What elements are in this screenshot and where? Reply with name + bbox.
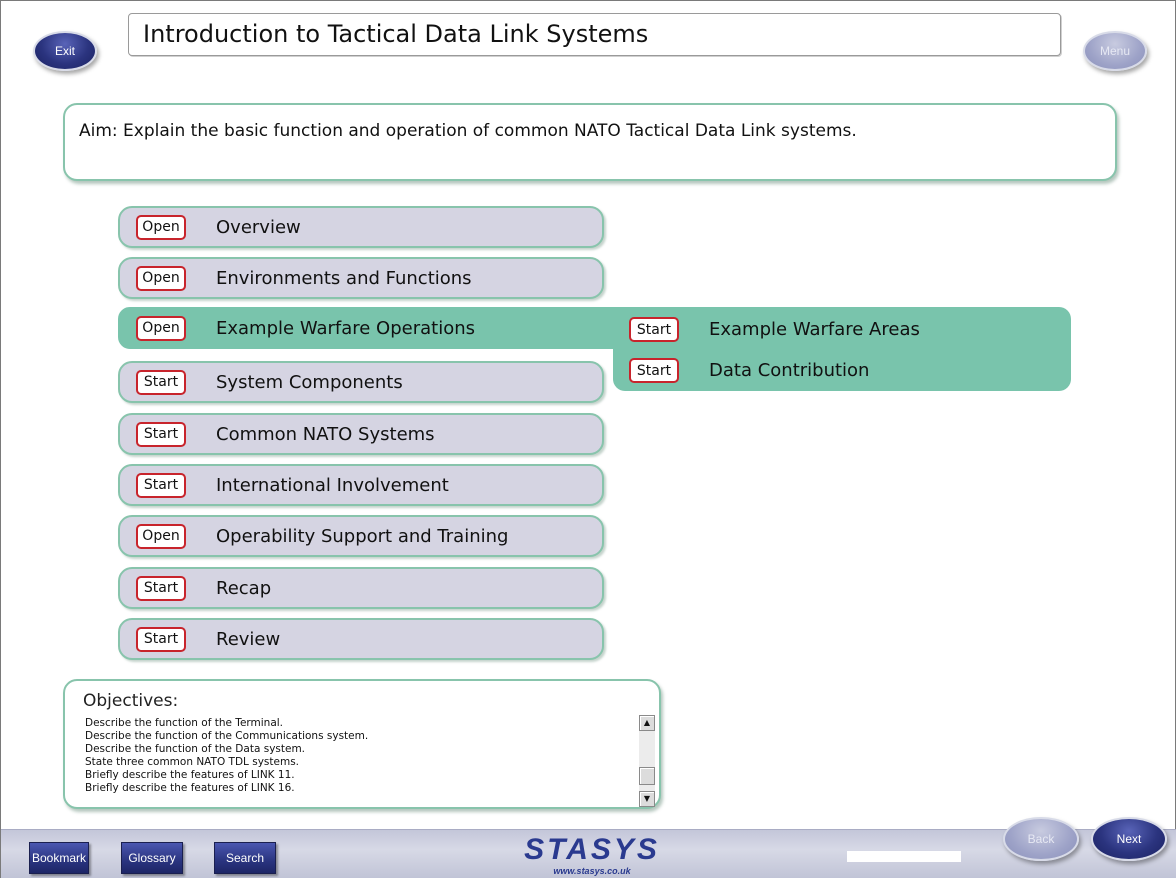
start-tag[interactable]: Start xyxy=(136,626,186,652)
objective-item: State three common NATO TDL systems. xyxy=(85,756,300,768)
objectives-scrollbar[interactable]: ▲ ▼ xyxy=(639,715,655,807)
back-button[interactable]: Back xyxy=(1003,817,1079,861)
open-tag[interactable]: Open xyxy=(136,315,186,341)
next-button-label: Next xyxy=(1116,832,1142,846)
glossary-button-label: Glossary xyxy=(128,851,176,865)
module-label: International Involvement xyxy=(216,474,449,496)
objectives-list[interactable]: Describe the function of the Terminal. D… xyxy=(85,717,640,795)
progress-field xyxy=(847,851,961,862)
menu-button-label: Menu xyxy=(1099,44,1131,58)
submenu-label: Example Warfare Areas xyxy=(709,319,920,340)
module-label: Review xyxy=(216,628,281,650)
module-row-common-nato-systems[interactable]: Start Common NATO Systems xyxy=(118,413,604,455)
logo-wordmark: STASYS xyxy=(524,833,660,866)
start-tag[interactable]: Start xyxy=(136,472,186,498)
app-window: Exit Introduction to Tactical Data Link … xyxy=(0,0,1176,878)
module-label: Recap xyxy=(216,577,272,599)
module-row-environments-and-functions[interactable]: Open Environments and Functions xyxy=(118,257,604,299)
submenu-panel: Start Example Warfare Areas Start Data C… xyxy=(613,307,1071,391)
exit-button-label: Exit xyxy=(54,44,75,58)
bookmark-button-label: Bookmark xyxy=(31,851,87,865)
page-title: Introduction to Tactical Data Link Syste… xyxy=(143,20,649,48)
page-title-box: Introduction to Tactical Data Link Syste… xyxy=(128,13,1061,56)
submenu-item-data-contribution[interactable]: Start Data Contribution xyxy=(629,356,1049,386)
open-tag[interactable]: Open xyxy=(136,214,186,240)
start-tag[interactable]: Start xyxy=(136,575,186,601)
module-label: Example Warfare Operations xyxy=(216,317,476,339)
aim-panel: Aim: Explain the basic function and oper… xyxy=(63,103,1117,181)
objective-item: Describe the function of the Terminal. xyxy=(85,717,284,729)
scroll-up-button[interactable]: ▲ xyxy=(639,715,655,731)
open-tag[interactable]: Open xyxy=(136,523,186,549)
module-label: Environments and Functions xyxy=(216,267,472,289)
module-row-international-involvement[interactable]: Start International Involvement xyxy=(118,464,604,506)
module-row-system-components[interactable]: Start System Components xyxy=(118,361,604,403)
logo-url: www.stasys.co.uk xyxy=(553,866,631,876)
module-label: Operability Support and Training xyxy=(216,525,509,547)
module-label: Common NATO Systems xyxy=(216,423,435,445)
objectives-title: Objectives: xyxy=(83,691,179,711)
scroll-down-icon: ▼ xyxy=(643,794,651,803)
module-label: System Components xyxy=(216,371,403,393)
exit-button[interactable]: Exit xyxy=(33,31,97,71)
objective-item: Describe the function of the Communicati… xyxy=(85,730,369,742)
start-tag[interactable]: Start xyxy=(136,369,186,395)
scroll-up-icon: ▲ xyxy=(643,718,651,727)
module-row-review[interactable]: Start Review xyxy=(118,618,604,660)
search-button[interactable]: Search xyxy=(214,842,276,874)
scroll-down-button[interactable]: ▼ xyxy=(639,791,655,807)
scrollbar-thumb[interactable] xyxy=(639,767,655,785)
open-tag[interactable]: Open xyxy=(136,265,186,291)
start-tag[interactable]: Start xyxy=(629,358,679,383)
module-row-example-warfare-operations[interactable]: Open Example Warfare Operations xyxy=(118,307,618,349)
next-button[interactable]: Next xyxy=(1091,817,1167,861)
objectives-panel: Objectives: Describe the function of the… xyxy=(63,679,661,809)
module-row-operability-support-and-training[interactable]: Open Operability Support and Training xyxy=(118,515,604,557)
start-tag[interactable]: Start xyxy=(136,421,186,447)
bookmark-button[interactable]: Bookmark xyxy=(29,842,89,874)
search-button-label: Search xyxy=(225,851,265,865)
back-button-label: Back xyxy=(1027,832,1055,846)
glossary-button[interactable]: Glossary xyxy=(121,842,183,874)
module-label: Overview xyxy=(216,216,301,238)
objective-item: Briefly describe the features of LINK 16… xyxy=(85,782,295,794)
module-row-recap[interactable]: Start Recap xyxy=(118,567,604,609)
start-tag[interactable]: Start xyxy=(629,317,679,342)
menu-button[interactable]: Menu xyxy=(1083,31,1147,71)
objective-item: Briefly describe the features of LINK 11… xyxy=(85,769,295,781)
submenu-label: Data Contribution xyxy=(709,360,870,381)
objective-item: Describe the function of the Data system… xyxy=(85,743,306,755)
module-row-overview[interactable]: Open Overview xyxy=(118,206,604,248)
aim-text: Aim: Explain the basic function and oper… xyxy=(79,121,857,141)
submenu-item-example-warfare-areas[interactable]: Start Example Warfare Areas xyxy=(629,315,1049,345)
stasys-logo: STASYS www.stasys.co.uk xyxy=(497,835,687,878)
